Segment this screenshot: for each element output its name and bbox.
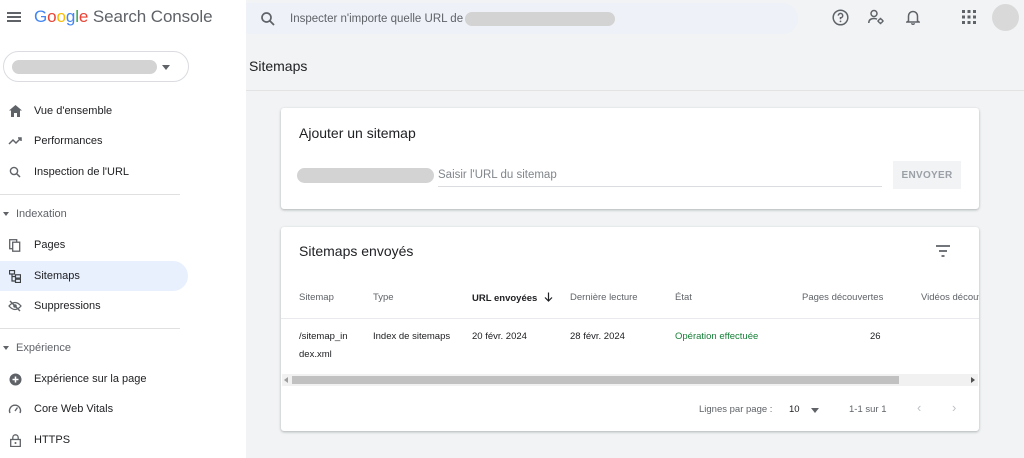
- sidebar-item-core-web-vitals[interactable]: Core Web Vitals: [0, 394, 188, 424]
- column-header-submitted[interactable]: URL envoyées: [472, 292, 553, 304]
- filter-list-icon[interactable]: [935, 244, 951, 258]
- caret-down-icon: [162, 65, 170, 70]
- sidebar-item-sitemaps[interactable]: Sitemaps: [0, 261, 188, 291]
- add-circle-icon: [8, 372, 22, 386]
- last-read-cell: 28 févr. 2024: [570, 331, 625, 342]
- arrow-down-icon: [544, 292, 553, 302]
- speed-gauge-icon: [8, 402, 22, 416]
- column-header-status[interactable]: État: [675, 292, 692, 303]
- manage-accounts-icon[interactable]: [867, 8, 885, 26]
- sitemap-path-cell[interactable]: /sitemap_in dex.xml: [299, 328, 348, 364]
- pagination-range: 1-1 sur 1: [849, 404, 887, 415]
- sidebar-item-label: HTTPS: [34, 434, 71, 446]
- column-header-discovered-videos[interactable]: Vidéos découv: [921, 292, 979, 303]
- sidebar: Google Search Console Vue d'ensemble Per…: [0, 0, 246, 458]
- rows-per-page-select[interactable]: 10: [789, 404, 800, 415]
- sitemap-url-input[interactable]: [438, 163, 882, 187]
- submitted-date-cell: 20 févr. 2024: [472, 331, 527, 342]
- sidebar-item-label: Vue d'ensemble: [34, 105, 113, 117]
- column-header-sitemap[interactable]: Sitemap: [299, 292, 334, 303]
- card-title: Sitemaps envoyés: [299, 243, 414, 259]
- sidebar-item-overview[interactable]: Vue d'ensemble: [0, 96, 188, 126]
- section-label: Indexation: [16, 208, 67, 220]
- sidebar-item-label: Expérience sur la page: [34, 373, 147, 385]
- discovered-pages-cell: 26: [870, 331, 881, 342]
- section-label: Expérience: [16, 342, 72, 354]
- sidebar-item-url-inspection[interactable]: Inspection de l'URL: [0, 157, 188, 187]
- scroll-left-arrow-icon[interactable]: [284, 377, 288, 383]
- visibility-off-icon: [8, 299, 22, 313]
- collapse-triangle-icon: [3, 346, 9, 350]
- sidebar-section-indexing[interactable]: Indexation: [0, 208, 67, 220]
- search-icon: [261, 11, 275, 26]
- sidebar-item-label: Performances: [34, 135, 103, 147]
- sitemap-icon: [8, 269, 22, 283]
- sidebar-item-https[interactable]: HTTPS: [0, 425, 188, 455]
- sitemap-path-line: dex.xml: [299, 349, 332, 360]
- sidebar-item-label: Core Web Vitals: [34, 403, 114, 415]
- help-icon[interactable]: [831, 8, 849, 26]
- sidebar-item-performance[interactable]: Performances: [0, 126, 188, 156]
- column-header-discovered-pages[interactable]: Pages découvertes: [802, 292, 883, 303]
- sidebar-item-label: Sitemaps: [34, 270, 80, 282]
- notifications-bell-icon[interactable]: [904, 8, 922, 26]
- property-selector[interactable]: [3, 51, 189, 82]
- page-title: Sitemaps: [249, 58, 308, 74]
- url-inspection-search[interactable]: Inspecter n'importe quelle URL de: [246, 3, 798, 34]
- card-title: Ajouter un sitemap: [299, 125, 416, 141]
- sitemap-path-line: /sitemap_in: [299, 331, 348, 342]
- type-cell: Index de sitemaps: [373, 331, 451, 342]
- submit-sitemap-button[interactable]: ENVOYER: [893, 161, 961, 189]
- site-url-prefix-redacted: [297, 168, 434, 183]
- sidebar-divider: [0, 194, 180, 195]
- home-icon: [8, 104, 22, 118]
- status-cell: Opération effectuée: [675, 331, 759, 342]
- sidebar-item-label: Suppressions: [34, 300, 101, 312]
- sidebar-item-pages[interactable]: Pages: [0, 230, 188, 260]
- column-header-label: URL envoyées: [472, 293, 538, 304]
- google-search-console-logo[interactable]: Google Search Console: [34, 7, 213, 27]
- trending-up-icon: [8, 134, 22, 148]
- caret-down-icon[interactable]: [811, 408, 819, 413]
- property-url-redacted: [465, 11, 616, 26]
- search-icon: [8, 165, 22, 179]
- horizontal-scrollbar[interactable]: [282, 374, 978, 386]
- column-header-type[interactable]: Type: [373, 292, 394, 303]
- pages-icon: [8, 238, 22, 252]
- sidebar-item-page-experience[interactable]: Expérience sur la page: [0, 364, 188, 394]
- lock-icon: [8, 433, 22, 447]
- sidebar-item-removals[interactable]: Suppressions: [0, 291, 188, 321]
- avatar[interactable]: [992, 4, 1019, 31]
- sidebar-section-experience[interactable]: Expérience: [0, 342, 71, 354]
- search-placeholder: Inspecter n'importe quelle URL de: [290, 12, 464, 25]
- scrollbar-thumb[interactable]: [292, 376, 899, 384]
- product-name: Search Console: [92, 7, 213, 26]
- sidebar-item-label: Pages: [34, 239, 66, 251]
- sidebar-item-label: Inspection de l'URL: [34, 166, 130, 178]
- add-sitemap-card: Ajouter un sitemap ENVOYER: [281, 108, 979, 209]
- column-header-last-read[interactable]: Dernière lecture: [570, 292, 638, 303]
- sidebar-divider: [0, 328, 180, 329]
- previous-page-icon[interactable]: ‹: [917, 401, 927, 414]
- property-name-redacted: [12, 60, 157, 74]
- collapse-triangle-icon: [3, 212, 9, 216]
- submitted-sitemaps-card: Sitemaps envoyés Sitemap Type URL envoyé…: [281, 227, 979, 431]
- next-page-icon[interactable]: ›: [952, 401, 962, 414]
- rows-per-page-label: Lignes par page :: [699, 404, 773, 415]
- scroll-right-arrow-icon[interactable]: [971, 377, 975, 383]
- apps-grid-icon[interactable]: [960, 8, 978, 26]
- header-divider: [246, 90, 1024, 91]
- table-header-divider: [281, 318, 979, 319]
- menu-icon[interactable]: [7, 10, 21, 24]
